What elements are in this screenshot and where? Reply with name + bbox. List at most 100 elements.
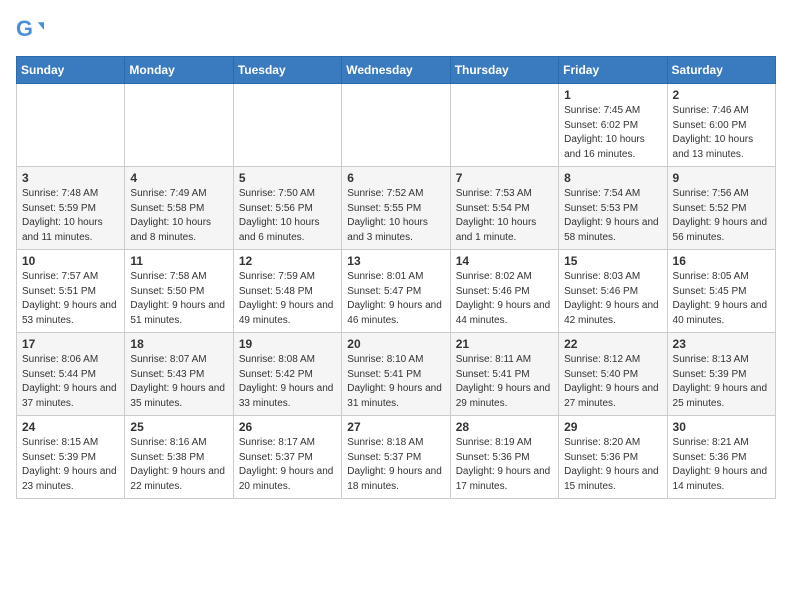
calendar-cell: 22Sunrise: 8:12 AMSunset: 5:40 PMDayligh… xyxy=(559,333,667,416)
day-info: Sunrise: 8:20 AMSunset: 5:36 PMDaylight:… xyxy=(564,436,661,494)
calendar-cell: 29 Sunrise: 8:20 AMSunset: 5:36 PMDayligh… xyxy=(559,416,667,499)
day-number: 20 xyxy=(347,337,444,351)
day-info: Sunrise: 8:10 AMSunset: 5:41 PMDaylight:… xyxy=(347,353,444,411)
calendar-cell: 10 Sunrise: 7:57 AMSunset: 5:51 PMDayligh… xyxy=(17,250,125,333)
day-info: Sunrise: 7:48 AMSunset: 5:59 PMDaylight:… xyxy=(22,187,119,245)
day-number: 26 xyxy=(239,420,336,434)
day-info: Sunrise: 7:49 AMSunset: 5:58 PMDaylight:… xyxy=(130,187,227,245)
day-info: Sunrise: 8:11 AMSunset: 5:41 PMDaylight:… xyxy=(456,353,553,411)
day-number: 13 xyxy=(347,254,444,268)
calendar-cell: 14 Sunrise: 8:02 AMSunset: 5:46 PMDayligh… xyxy=(450,250,558,333)
calendar-cell xyxy=(233,84,341,167)
day-info: Sunrise: 8:17 AMSunset: 5:37 PMDaylight:… xyxy=(239,436,336,494)
page-header: G xyxy=(16,16,776,44)
header-thursday: Thursday xyxy=(450,57,558,84)
calendar-cell xyxy=(450,84,558,167)
day-info: Sunrise: 7:45 AMSunset: 6:02 PMDaylight:… xyxy=(564,104,661,162)
day-info: Sunrise: 7:46 AMSunset: 6:00 PMDaylight:… xyxy=(673,104,770,162)
day-number: 3 xyxy=(22,171,119,185)
day-number: 6 xyxy=(347,171,444,185)
day-number: 28 xyxy=(456,420,553,434)
day-info: Sunrise: 8:08 AMSunset: 5:42 PMDaylight:… xyxy=(239,353,336,411)
calendar-cell: 4 Sunrise: 7:49 AMSunset: 5:58 PMDaylight… xyxy=(125,167,233,250)
calendar-cell: 27 Sunrise: 8:18 AMSunset: 5:37 PMDayligh… xyxy=(342,416,450,499)
logo-icon: G xyxy=(16,16,44,44)
calendar-cell: 3 Sunrise: 7:48 AMSunset: 5:59 PMDaylight… xyxy=(17,167,125,250)
day-number: 25 xyxy=(130,420,227,434)
day-info: Sunrise: 8:15 AMSunset: 5:39 PMDaylight:… xyxy=(22,436,119,494)
day-info: Sunrise: 7:54 AMSunset: 5:53 PMDaylight:… xyxy=(564,187,661,245)
day-number: 1 xyxy=(564,88,661,102)
day-number: 10 xyxy=(22,254,119,268)
calendar-week-5: 24 Sunrise: 8:15 AMSunset: 5:39 PMDayligh… xyxy=(17,416,776,499)
day-info: Sunrise: 8:07 AMSunset: 5:43 PMDaylight:… xyxy=(130,353,227,411)
calendar-cell: 21 Sunrise: 8:11 AMSunset: 5:41 PMDayligh… xyxy=(450,333,558,416)
header-wednesday: Wednesday xyxy=(342,57,450,84)
header-saturday: Saturday xyxy=(667,57,775,84)
calendar-cell: 2 Sunrise: 7:46 AMSunset: 6:00 PMDaylight… xyxy=(667,84,775,167)
calendar-cell: 26 Sunrise: 8:17 AMSunset: 5:37 PMDayligh… xyxy=(233,416,341,499)
calendar-cell xyxy=(17,84,125,167)
calendar-header-row: SundayMondayTuesdayWednesdayThursdayFrid… xyxy=(17,57,776,84)
header-friday: Friday xyxy=(559,57,667,84)
calendar-cell: 28 Sunrise: 8:19 AMSunset: 5:36 PMDayligh… xyxy=(450,416,558,499)
header-monday: Monday xyxy=(125,57,233,84)
calendar-cell: 30 Sunrise: 8:21 AMSunset: 5:36 PMDayligh… xyxy=(667,416,775,499)
calendar-cell: 20 Sunrise: 8:10 AMSunset: 5:41 PMDayligh… xyxy=(342,333,450,416)
calendar-week-4: 17Sunrise: 8:06 AMSunset: 5:44 PMDayligh… xyxy=(17,333,776,416)
day-info: Sunrise: 8:18 AMSunset: 5:37 PMDaylight:… xyxy=(347,436,444,494)
header-tuesday: Tuesday xyxy=(233,57,341,84)
day-info: Sunrise: 7:58 AMSunset: 5:50 PMDaylight:… xyxy=(130,270,227,328)
day-number: 8 xyxy=(564,171,661,185)
calendar-cell: 24 Sunrise: 8:15 AMSunset: 5:39 PMDayligh… xyxy=(17,416,125,499)
calendar-cell: 15 Sunrise: 8:03 AMSunset: 5:46 PMDayligh… xyxy=(559,250,667,333)
day-number: 15 xyxy=(564,254,661,268)
calendar-cell: 8 Sunrise: 7:54 AMSunset: 5:53 PMDaylight… xyxy=(559,167,667,250)
calendar-week-3: 10 Sunrise: 7:57 AMSunset: 5:51 PMDayligh… xyxy=(17,250,776,333)
day-number: 30 xyxy=(673,420,770,434)
day-number: 9 xyxy=(673,171,770,185)
day-number: 16 xyxy=(673,254,770,268)
day-info: Sunrise: 7:57 AMSunset: 5:51 PMDaylight:… xyxy=(22,270,119,328)
day-number: 14 xyxy=(456,254,553,268)
day-number: 24 xyxy=(22,420,119,434)
calendar-cell: 5 Sunrise: 7:50 AMSunset: 5:56 PMDaylight… xyxy=(233,167,341,250)
day-number: 7 xyxy=(456,171,553,185)
day-info: Sunrise: 7:59 AMSunset: 5:48 PMDaylight:… xyxy=(239,270,336,328)
day-number: 27 xyxy=(347,420,444,434)
day-number: 4 xyxy=(130,171,227,185)
day-info: Sunrise: 7:50 AMSunset: 5:56 PMDaylight:… xyxy=(239,187,336,245)
day-number: 19 xyxy=(239,337,336,351)
day-info: Sunrise: 8:02 AMSunset: 5:46 PMDaylight:… xyxy=(456,270,553,328)
calendar-cell: 6 Sunrise: 7:52 AMSunset: 5:55 PMDaylight… xyxy=(342,167,450,250)
day-info: Sunrise: 8:16 AMSunset: 5:38 PMDaylight:… xyxy=(130,436,227,494)
day-number: 2 xyxy=(673,88,770,102)
calendar-week-2: 3 Sunrise: 7:48 AMSunset: 5:59 PMDaylight… xyxy=(17,167,776,250)
day-info: Sunrise: 8:06 AMSunset: 5:44 PMDaylight:… xyxy=(22,353,119,411)
calendar-week-1: 1 Sunrise: 7:45 AMSunset: 6:02 PMDaylight… xyxy=(17,84,776,167)
calendar-cell: 1 Sunrise: 7:45 AMSunset: 6:02 PMDaylight… xyxy=(559,84,667,167)
day-number: 23 xyxy=(673,337,770,351)
calendar-cell xyxy=(125,84,233,167)
calendar-cell: 18 Sunrise: 8:07 AMSunset: 5:43 PMDayligh… xyxy=(125,333,233,416)
day-number: 21 xyxy=(456,337,553,351)
day-info: Sunrise: 7:52 AMSunset: 5:55 PMDaylight:… xyxy=(347,187,444,245)
day-info: Sunrise: 8:03 AMSunset: 5:46 PMDaylight:… xyxy=(564,270,661,328)
day-number: 11 xyxy=(130,254,227,268)
calendar-cell: 17Sunrise: 8:06 AMSunset: 5:44 PMDayligh… xyxy=(17,333,125,416)
day-info: Sunrise: 8:21 AMSunset: 5:36 PMDaylight:… xyxy=(673,436,770,494)
day-number: 5 xyxy=(239,171,336,185)
day-number: 18 xyxy=(130,337,227,351)
calendar-cell: 9 Sunrise: 7:56 AMSunset: 5:52 PMDaylight… xyxy=(667,167,775,250)
day-info: Sunrise: 8:12 AMSunset: 5:40 PMDaylight:… xyxy=(564,353,661,411)
day-number: 29 xyxy=(564,420,661,434)
day-info: Sunrise: 8:05 AMSunset: 5:45 PMDaylight:… xyxy=(673,270,770,328)
calendar-cell: 11 Sunrise: 7:58 AMSunset: 5:50 PMDayligh… xyxy=(125,250,233,333)
day-info: Sunrise: 8:19 AMSunset: 5:36 PMDaylight:… xyxy=(456,436,553,494)
calendar-cell: 19 Sunrise: 8:08 AMSunset: 5:42 PMDayligh… xyxy=(233,333,341,416)
header-sunday: Sunday xyxy=(17,57,125,84)
day-info: Sunrise: 7:53 AMSunset: 5:54 PMDaylight:… xyxy=(456,187,553,245)
calendar-cell: 23Sunrise: 8:13 AMSunset: 5:39 PMDayligh… xyxy=(667,333,775,416)
calendar-table: SundayMondayTuesdayWednesdayThursdayFrid… xyxy=(16,56,776,499)
day-info: Sunrise: 7:56 AMSunset: 5:52 PMDaylight:… xyxy=(673,187,770,245)
